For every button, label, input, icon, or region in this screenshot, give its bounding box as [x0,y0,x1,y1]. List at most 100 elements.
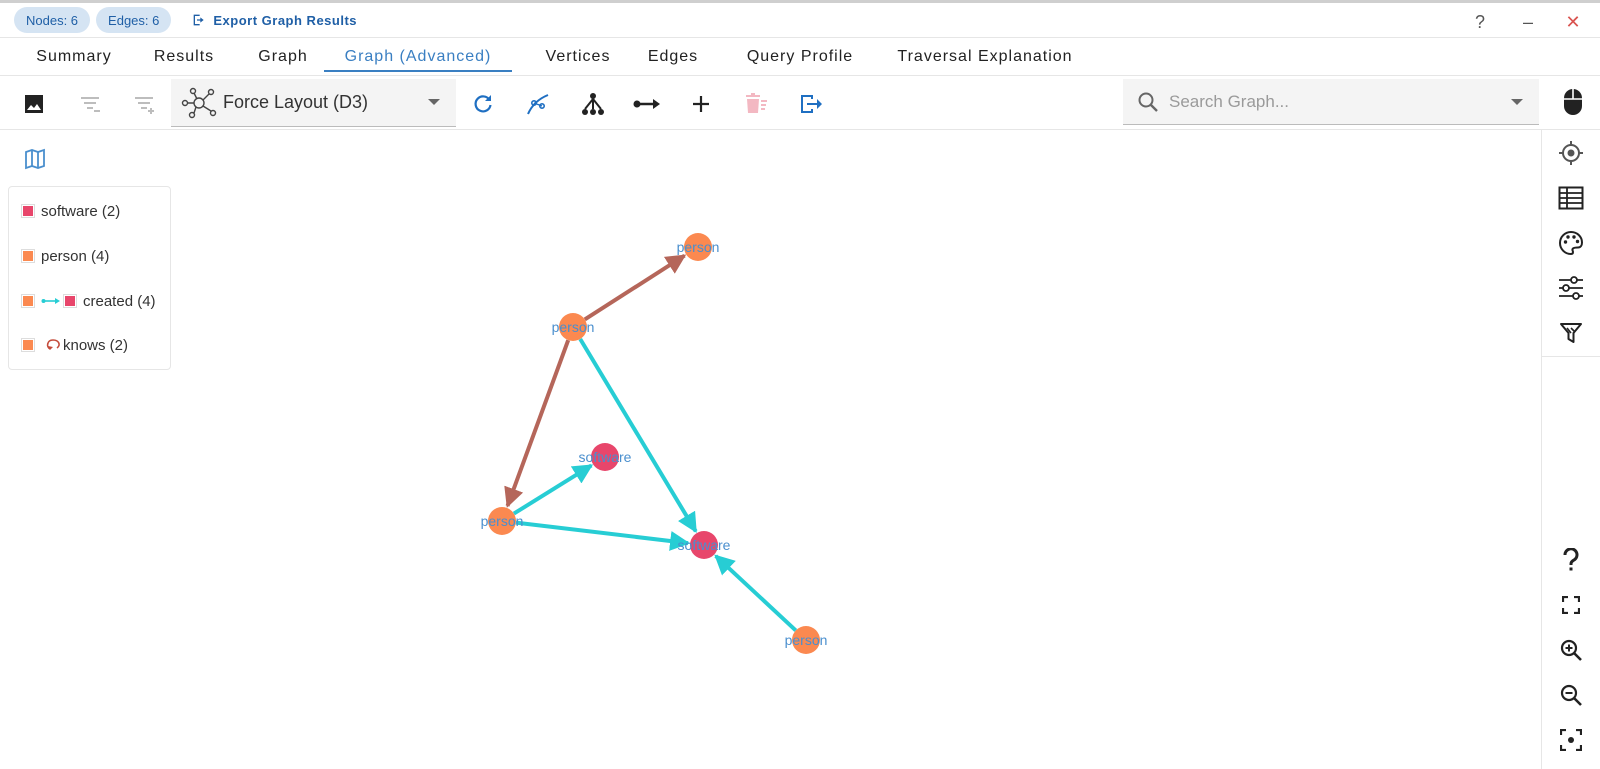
zoom-in-button[interactable] [1554,633,1588,667]
curve-edges-button[interactable] [521,87,555,121]
legend-label: created (4) [83,292,156,310]
crosshair-icon [1559,141,1583,165]
export-graph-results-button[interactable]: Export Graph Results [191,12,357,28]
graph-filter-button[interactable] [1554,316,1588,350]
graph-vertex-software[interactable]: software [678,531,731,559]
zoom-out-icon [1560,684,1582,706]
zoom-in-icon [1560,639,1582,661]
layout-select-value: Force Layout (D3) [223,92,369,112]
self-loop-icon [46,339,60,350]
graph-legend: software (2) person (4) created (4) know… [8,186,171,370]
graph-vertex-person[interactable]: person [785,626,828,654]
mouse-mode-button[interactable] [1556,85,1590,119]
export-image-button[interactable] [17,87,51,121]
export-label: Export Graph Results [213,12,358,28]
nodes-count-chip: Nodes: 6 [14,7,91,33]
tab-graph[interactable]: Graph [248,38,318,76]
tab-bar: Summary Results Graph Graph (Advanced) V… [0,38,1600,76]
graph-help-button[interactable] [1554,543,1588,577]
tab-graph-advanced[interactable]: Graph (Advanced) [324,38,512,76]
legend-item-person[interactable]: person (4) [21,244,109,268]
fullscreen-icon [1562,596,1580,614]
search-graph-field[interactable] [1123,79,1539,125]
add-edge-button[interactable] [630,87,664,121]
palette-icon [1559,230,1584,256]
vertex-label: person [481,513,524,529]
person-swatch [21,294,35,308]
filter-remove-button[interactable] [73,87,107,121]
style-palette-button[interactable] [1554,226,1588,260]
fullscreen-button[interactable] [1554,588,1588,622]
fit-to-screen-button[interactable] [1554,723,1588,757]
top-bar: Nodes: 6 Edges: 6 Export Graph Results ?… [0,0,1600,38]
graph-toolbar: Force Layout (D3) [0,77,1600,130]
person-color [23,251,33,261]
legend-label: software (2) [41,202,121,220]
edge-connector-icon [633,99,660,109]
help-button[interactable]: ? [1469,11,1491,33]
chevron-down-icon [428,99,440,105]
vertex-label: person [677,239,720,255]
filter-funnel-icon [1560,323,1582,343]
legend-toggle-button[interactable] [20,144,50,174]
mouse-icon [1564,89,1582,115]
person-swatch [21,338,35,352]
refresh-layout-button[interactable] [466,87,500,121]
expand-vertex-button[interactable] [576,87,610,121]
graph-edge-created[interactable] [578,337,698,533]
nodes-layer: person person software person software person [481,233,828,654]
search-graph-input[interactable] [1169,91,1489,112]
graph-edge-created[interactable] [515,520,691,551]
legend-label: knows (2) [63,336,129,354]
zoom-out-button[interactable] [1554,678,1588,712]
center-graph-button[interactable] [1554,136,1588,170]
vertex-label: person [552,319,595,335]
map-icon [25,148,45,170]
tab-results[interactable]: Results [139,38,229,76]
minimize-button[interactable]: – [1517,11,1539,33]
table-icon [1558,186,1584,210]
graph-edge-created[interactable] [512,463,594,516]
legend-item-software[interactable]: software (2) [21,199,120,223]
plus-icon [693,96,709,112]
software-swatch [63,294,77,308]
filter-remove-icon [81,97,100,112]
tab-vertices[interactable]: Vertices [530,38,626,76]
image-icon [25,95,43,113]
export-icon [801,95,822,113]
tab-summary[interactable]: Summary [22,38,126,76]
tab-traversal-explanation[interactable]: Traversal Explanation [890,38,1080,76]
right-sidebar [1541,130,1600,769]
search-icon [1138,92,1158,112]
vertex-label: software [579,449,632,465]
sliders-icon [1559,276,1583,300]
export-icon [194,14,205,26]
layout-select[interactable]: Force Layout (D3) [171,79,456,127]
graph-settings-button[interactable] [1554,271,1588,305]
tab-query-profile[interactable]: Query Profile [740,38,860,76]
close-button[interactable]: ✕ [1562,11,1584,33]
hierarchy-icon [582,93,604,115]
software-swatch [21,204,35,218]
vertex-label: software [678,537,731,553]
sidebar-divider [1542,356,1600,357]
tab-edges[interactable]: Edges [645,38,701,76]
graph-edge-created[interactable] [714,554,798,632]
legend-item-created[interactable]: created (4) [21,289,156,313]
filter-add-button[interactable] [127,87,161,121]
legend-item-knows[interactable]: knows (2) [21,333,128,357]
person-swatch [21,249,35,263]
graph-edge-knows[interactable] [504,339,571,508]
edges-layer [504,253,798,632]
person-color [23,340,33,350]
graph-edge-knows[interactable] [583,253,687,322]
delete-selection-button[interactable] [739,87,773,121]
vertex-label: person [785,632,828,648]
export-graph-button[interactable] [793,87,827,121]
edge-arrow-icon [41,298,60,304]
fit-screen-icon [1560,729,1582,751]
add-vertex-button[interactable] [684,87,718,121]
chevron-down-icon[interactable] [1511,99,1523,105]
table-view-button[interactable] [1554,181,1588,215]
bezier-curve-icon [527,94,549,115]
